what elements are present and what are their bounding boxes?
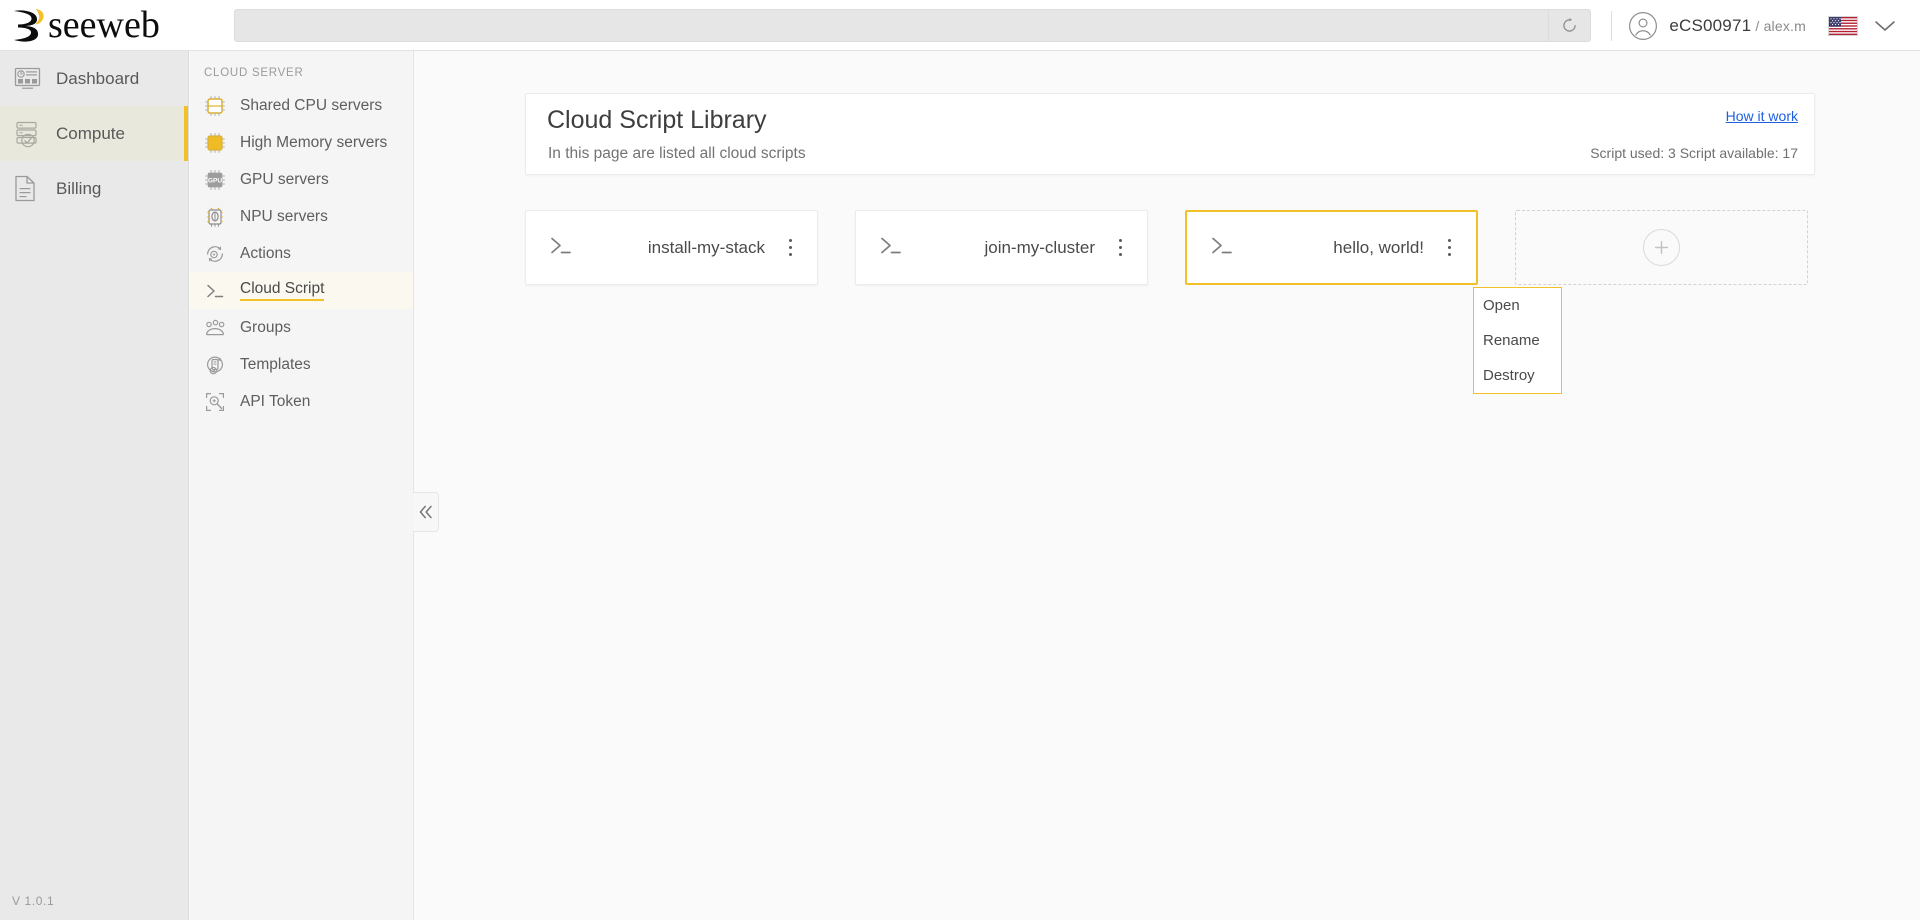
- secondary-sidebar: CLOUD SERVER Shared CPU servers High Mem…: [190, 51, 414, 920]
- refresh-button[interactable]: [1548, 9, 1590, 41]
- cpu-chip-outline-icon: [204, 95, 240, 117]
- sidebar-item-templates[interactable]: Templates: [190, 346, 413, 383]
- script-name: join-my-cluster: [984, 237, 1095, 257]
- account-area: eCS00971 / alex.m: [1601, 0, 1920, 51]
- sidebar-item-npu-servers[interactable]: NPU servers: [190, 198, 413, 235]
- document-icon: [14, 175, 56, 202]
- context-menu-item-destroy[interactable]: Destroy: [1474, 358, 1561, 393]
- sidebar-item-api-token[interactable]: API Token: [190, 383, 413, 420]
- dashboard-icon: [14, 67, 56, 91]
- gpu-chip-icon: GPU: [204, 169, 240, 191]
- sidebar-item-actions[interactable]: Actions: [190, 235, 413, 272]
- context-menu-item-rename[interactable]: Rename: [1474, 323, 1561, 358]
- terminal-prompt-icon: [204, 281, 240, 301]
- brand-logo[interactable]: seeweb: [0, 0, 190, 51]
- page-title: Cloud Script Library: [547, 106, 767, 134]
- app-version: V 1.0.1: [12, 894, 55, 908]
- npu-chip-icon: [204, 206, 240, 228]
- refresh-icon: [1563, 17, 1576, 32]
- sidebar-item-shared-cpu-servers[interactable]: Shared CPU servers: [190, 87, 413, 124]
- chevron-down-icon[interactable]: [1874, 19, 1896, 33]
- account-id: eCS00971: [1669, 15, 1752, 35]
- sidebar-item-cloud-script[interactable]: Cloud Script: [190, 272, 413, 309]
- actions-gear-icon: [204, 243, 240, 265]
- primary-sidebar: Dashboard Compute Billing V 1.0.1: [0, 51, 189, 920]
- page-header-card: Cloud Script Library In this page are li…: [525, 93, 1815, 175]
- sidebar-item-label: Templates: [240, 355, 311, 373]
- top-bar: seeweb eCS00971 / alex.m: [0, 0, 1920, 51]
- sidebar-item-compute[interactable]: Compute: [0, 106, 188, 161]
- script-menu-button[interactable]: [781, 237, 799, 259]
- script-menu-button[interactable]: [1440, 237, 1458, 259]
- plus-circle-icon: [1643, 229, 1680, 266]
- script-context-menu: Open Rename Destroy: [1473, 287, 1562, 394]
- script-quota-text: Script used: 3 Script available: 17: [1590, 145, 1798, 161]
- user-avatar-icon[interactable]: [1628, 11, 1658, 41]
- svg-text:seeweb: seeweb: [48, 5, 160, 45]
- sidebar-item-label: Actions: [240, 244, 291, 262]
- terminal-prompt-icon: [878, 234, 904, 261]
- terminal-prompt-icon: [1209, 234, 1235, 261]
- templates-icon: [204, 354, 240, 376]
- script-card-hello-world[interactable]: hello, world!: [1185, 210, 1478, 285]
- account-label[interactable]: eCS00971 / alex.m: [1669, 16, 1806, 36]
- sidebar-item-label: Dashboard: [56, 68, 140, 88]
- main-content: Cloud Script Library In this page are li…: [415, 51, 1920, 920]
- server-clock-icon: [14, 120, 56, 148]
- api-token-icon: [204, 391, 240, 413]
- divider: [1611, 10, 1613, 41]
- sidebar-item-label: Shared CPU servers: [240, 96, 383, 114]
- sidebar-item-label: Compute: [56, 123, 125, 143]
- double-chevron-left-icon: [419, 505, 432, 519]
- groups-people-icon: [204, 317, 240, 339]
- script-name: hello, world!: [1333, 237, 1424, 257]
- sidebar-collapse-button[interactable]: [413, 492, 439, 532]
- sidebar-item-billing[interactable]: Billing: [0, 161, 188, 216]
- script-menu-button[interactable]: [1111, 237, 1129, 259]
- sidebar-item-label: Cloud Script: [240, 280, 325, 301]
- sidebar-item-gpu-servers[interactable]: GPU GPU servers: [190, 161, 413, 198]
- svg-text:GPU: GPU: [208, 177, 223, 184]
- sidebar-item-label: Groups: [240, 318, 291, 336]
- sidebar-item-label: API Token: [240, 392, 311, 410]
- sidebar-item-label: High Memory servers: [240, 133, 388, 151]
- sidebar-item-label: GPU servers: [240, 170, 329, 188]
- account-username: alex.m: [1763, 17, 1806, 34]
- script-card-join-my-cluster[interactable]: join-my-cluster: [855, 210, 1148, 285]
- us-flag-icon[interactable]: [1828, 15, 1858, 36]
- script-cards-row: install-my-stack join-my-cluster hello, …: [525, 210, 1808, 285]
- sidebar-item-dashboard[interactable]: Dashboard: [0, 51, 188, 106]
- context-menu-item-open[interactable]: Open: [1474, 288, 1561, 323]
- search-input[interactable]: [235, 9, 1548, 41]
- global-search[interactable]: [234, 8, 1591, 42]
- page-subtitle: In this page are listed all cloud script…: [548, 145, 806, 162]
- sidebar-item-label: Billing: [56, 178, 102, 198]
- sidebar-item-groups[interactable]: Groups: [190, 309, 413, 346]
- script-card-install-my-stack[interactable]: install-my-stack: [525, 210, 818, 285]
- account-separator: /: [1755, 17, 1760, 34]
- sidebar-item-label: NPU servers: [240, 207, 328, 225]
- add-script-card[interactable]: [1515, 210, 1808, 285]
- secondary-sidebar-title: CLOUD SERVER: [204, 67, 304, 79]
- cpu-chip-filled-icon: [204, 132, 240, 154]
- terminal-prompt-icon: [548, 234, 574, 261]
- script-name: install-my-stack: [647, 237, 765, 257]
- sidebar-item-high-memory-servers[interactable]: High Memory servers: [190, 124, 413, 161]
- seeweb-logo-icon: seeweb: [14, 5, 160, 45]
- how-it-works-link[interactable]: How it work: [1726, 108, 1798, 124]
